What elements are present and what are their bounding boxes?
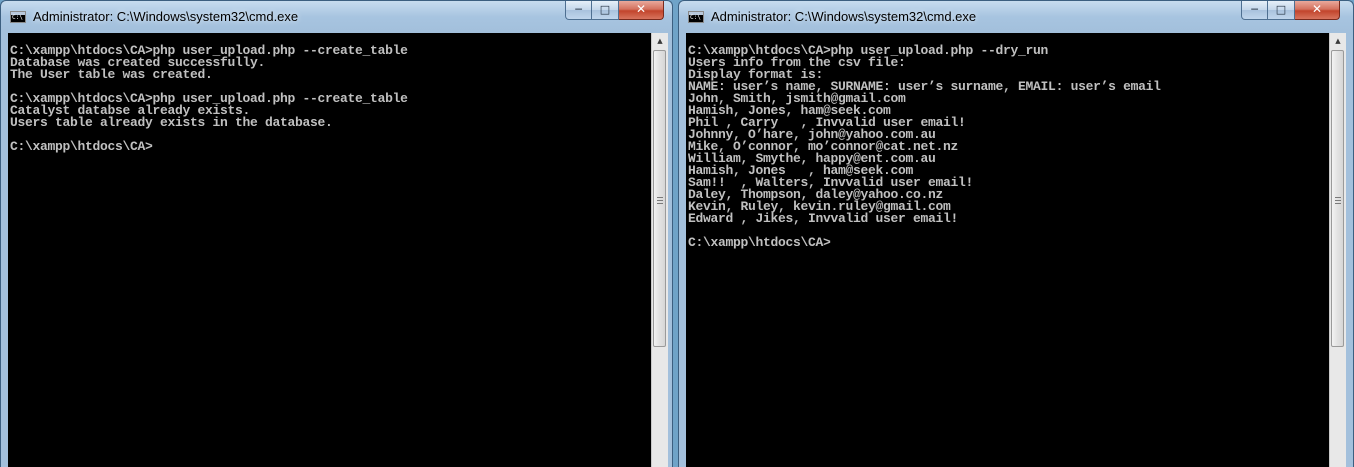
- console-lines: C:\xampp\htdocs\CA>php user_upload.php -…: [10, 44, 408, 153]
- minimize-icon: ─: [1251, 3, 1258, 16]
- vertical-scrollbar[interactable]: ▲: [1329, 33, 1346, 467]
- close-icon: ✕: [635, 2, 647, 16]
- console-line: The User table was created.: [10, 67, 213, 82]
- close-button[interactable]: ✕: [619, 1, 664, 20]
- scroll-thumb[interactable]: [653, 50, 666, 347]
- cmd-app-icon[interactable]: [688, 11, 704, 23]
- maximize-icon: □: [1275, 3, 1287, 16]
- console-output[interactable]: C:\xampp\htdocs\CA>php user_upload.php -…: [8, 33, 651, 467]
- console-line: Edward , Jikes, Invvalid user email!: [688, 211, 959, 226]
- maximize-button[interactable]: □: [592, 1, 619, 20]
- scroll-grip-icon: [1335, 197, 1341, 206]
- cmd-window-left[interactable]: Administrator: C:\Windows\system32\cmd.e…: [0, 0, 673, 467]
- cmd-app-icon[interactable]: [10, 11, 26, 23]
- maximize-button[interactable]: □: [1268, 1, 1295, 20]
- title-bar[interactable]: Administrator: C:\Windows\system32\cmd.e…: [1, 1, 672, 33]
- maximize-icon: □: [599, 3, 611, 16]
- console-output[interactable]: C:\xampp\htdocs\CA>php user_upload.php -…: [686, 33, 1329, 467]
- close-icon: ✕: [1311, 2, 1323, 16]
- minimize-icon: ─: [575, 3, 582, 16]
- title-bar[interactable]: Administrator: C:\Windows\system32\cmd.e…: [679, 1, 1353, 33]
- cmd-window-right[interactable]: Administrator: C:\Windows\system32\cmd.e…: [678, 0, 1354, 467]
- minimize-button[interactable]: ─: [565, 1, 592, 20]
- console-lines: C:\xampp\htdocs\CA>php user_upload.php -…: [688, 44, 1161, 249]
- window-title: Administrator: C:\Windows\system32\cmd.e…: [33, 9, 299, 24]
- vertical-scrollbar[interactable]: ▲: [651, 33, 668, 467]
- close-button[interactable]: ✕: [1295, 1, 1340, 20]
- scroll-up-arrow-icon[interactable]: ▲: [1330, 33, 1346, 50]
- window-title: Administrator: C:\Windows\system32\cmd.e…: [711, 9, 977, 24]
- caption-buttons: ─ □ ✕: [565, 1, 664, 20]
- console-prompt[interactable]: C:\xampp\htdocs\CA>: [688, 236, 1161, 249]
- scroll-thumb[interactable]: [1331, 50, 1344, 347]
- minimize-button[interactable]: ─: [1241, 1, 1268, 20]
- caption-buttons: ─ □ ✕: [1241, 1, 1340, 20]
- scroll-grip-icon: [657, 197, 663, 206]
- console-line: Users table already exists in the databa…: [10, 115, 333, 130]
- scroll-up-arrow-icon[interactable]: ▲: [652, 33, 668, 50]
- console-prompt[interactable]: C:\xampp\htdocs\CA>: [10, 140, 408, 153]
